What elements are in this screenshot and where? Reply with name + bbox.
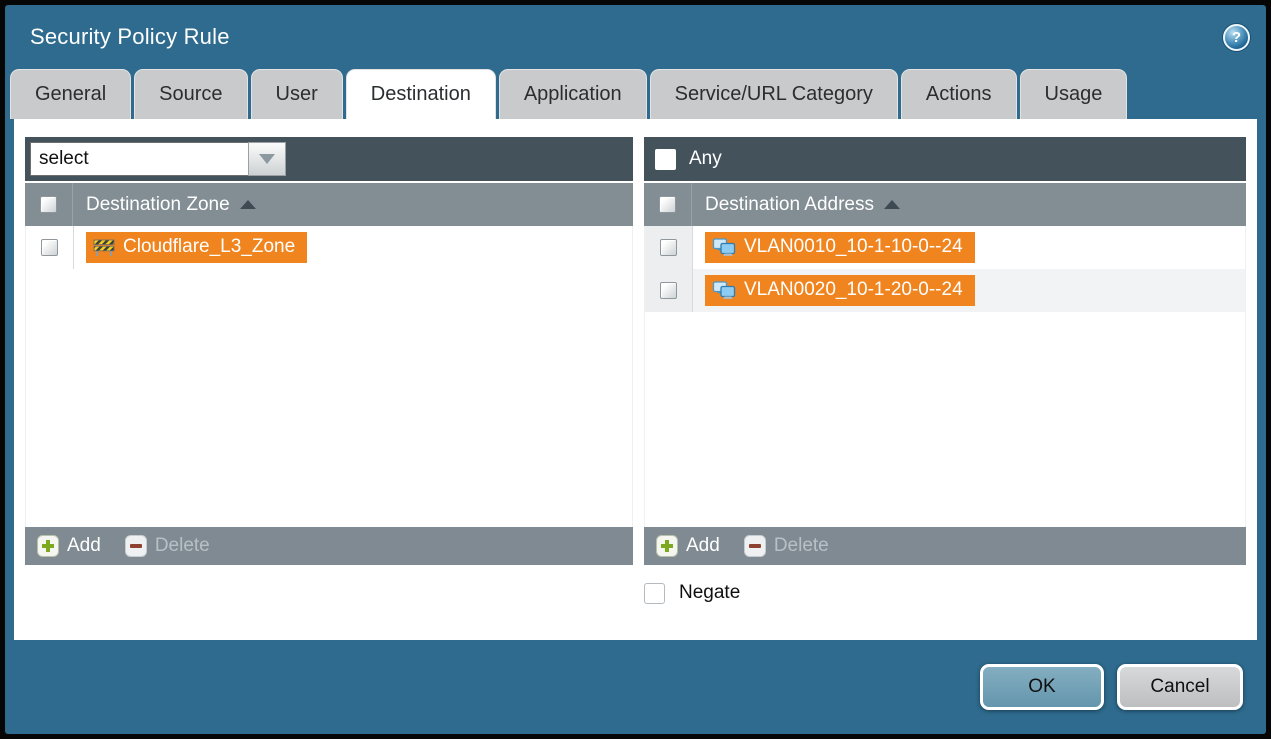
tab-destination[interactable]: Destination (346, 69, 496, 119)
address-row[interactable]: VLAN0020_10-1-20-0--24 (645, 269, 1245, 312)
select-all-addresses-checkbox[interactable] (659, 196, 676, 213)
destination-zone-panel: Destination Zone (25, 137, 633, 565)
tab-label: User (276, 83, 318, 106)
zone-filter-combobox (30, 142, 286, 176)
tab-service-url-category[interactable]: Service/URL Category (650, 69, 898, 119)
zone-row[interactable]: Cloudflare_L3_Zone (26, 226, 632, 269)
network-icon (712, 238, 736, 257)
negate-label: Negate (679, 582, 740, 604)
tab-label: Service/URL Category (675, 83, 873, 106)
address-column-header-label: Destination Address (705, 194, 874, 216)
tab-source[interactable]: Source (134, 69, 247, 119)
address-name: VLAN0010_10-1-10-0--24 (744, 236, 963, 258)
sort-ascending-icon (884, 200, 900, 209)
title-bar: Security Policy Rule ? (5, 5, 1266, 69)
tab-bar: General Source User Destination Applicat… (5, 69, 1266, 119)
address-row[interactable]: VLAN0010_10-1-10-0--24 (645, 226, 1245, 269)
add-icon (656, 535, 678, 557)
tab-general[interactable]: General (10, 69, 131, 119)
zone-tag[interactable]: Cloudflare_L3_Zone (86, 232, 307, 263)
zone-panel-footer: Add Delete (25, 527, 633, 565)
zone-name: Cloudflare_L3_Zone (123, 236, 295, 258)
address-panel-header: Any (644, 137, 1246, 181)
zone-filter-dropdown-button[interactable] (248, 142, 286, 176)
tab-application[interactable]: Application (499, 69, 647, 119)
ok-button[interactable]: OK (980, 664, 1104, 710)
dialog-title: Security Policy Rule (30, 24, 230, 50)
zone-column-header[interactable]: Destination Zone (86, 194, 256, 216)
zone-column-header-row: Destination Zone (25, 181, 633, 226)
address-row-checkbox[interactable] (660, 239, 677, 256)
delete-icon (125, 535, 147, 557)
address-row-checkbox-cell (645, 269, 693, 312)
zone-filter-input[interactable] (30, 142, 248, 176)
tab-label: Actions (926, 83, 992, 106)
address-name: VLAN0020_10-1-20-0--24 (744, 279, 963, 301)
addresses-delete-button[interactable]: Delete (744, 535, 829, 557)
tab-label: Application (524, 83, 622, 106)
network-icon (712, 281, 736, 300)
address-column-header-row: Destination Address (644, 181, 1246, 226)
tab-usage[interactable]: Usage (1020, 69, 1128, 119)
security-policy-rule-dialog: Security Policy Rule ? General Source Us… (5, 5, 1266, 734)
cancel-button[interactable]: Cancel (1117, 664, 1243, 710)
address-list: VLAN0010_10-1-10-0--24 (644, 226, 1246, 527)
add-icon (37, 535, 59, 557)
tab-actions[interactable]: Actions (901, 69, 1017, 119)
address-row-checkbox-cell (645, 226, 693, 269)
zone-row-checkbox[interactable] (41, 239, 58, 256)
address-select-all-cell (644, 183, 692, 226)
delete-icon (744, 535, 766, 557)
tab-label: General (35, 83, 106, 106)
dialog-footer: OK Cancel (5, 640, 1266, 734)
zones-delete-button[interactable]: Delete (125, 535, 210, 557)
zone-list: Cloudflare_L3_Zone (25, 226, 633, 527)
delete-label: Delete (155, 535, 210, 557)
select-all-zones-checkbox[interactable] (40, 196, 57, 213)
address-tag[interactable]: VLAN0020_10-1-20-0--24 (705, 275, 975, 306)
address-panel-footer: Add Delete (644, 527, 1246, 565)
tab-label: Destination (371, 83, 471, 106)
add-label: Add (686, 535, 720, 557)
zone-row-checkbox-cell (26, 226, 74, 269)
destination-tab-content: Destination Zone (14, 119, 1257, 640)
tab-label: Source (159, 83, 222, 106)
tab-user[interactable]: User (251, 69, 343, 119)
zone-panel-header (25, 137, 633, 181)
destination-address-panel: Any Destination Address (644, 137, 1246, 565)
addresses-add-button[interactable]: Add (656, 535, 720, 557)
address-row-checkbox[interactable] (660, 282, 677, 299)
any-label: Any (689, 148, 722, 170)
tab-label: Usage (1045, 83, 1103, 106)
zone-select-all-cell (25, 183, 73, 226)
zone-icon (93, 239, 115, 256)
zones-add-button[interactable]: Add (37, 535, 101, 557)
help-icon[interactable]: ? (1223, 24, 1250, 51)
negate-row: Negate (644, 582, 1246, 604)
add-label: Add (67, 535, 101, 557)
negate-checkbox[interactable] (644, 583, 665, 604)
chevron-down-icon (259, 154, 275, 164)
delete-label: Delete (774, 535, 829, 557)
zone-column-header-label: Destination Zone (86, 194, 230, 216)
any-checkbox[interactable] (655, 149, 676, 170)
sort-ascending-icon (240, 200, 256, 209)
address-column-header[interactable]: Destination Address (705, 194, 900, 216)
address-tag[interactable]: VLAN0010_10-1-10-0--24 (705, 232, 975, 263)
